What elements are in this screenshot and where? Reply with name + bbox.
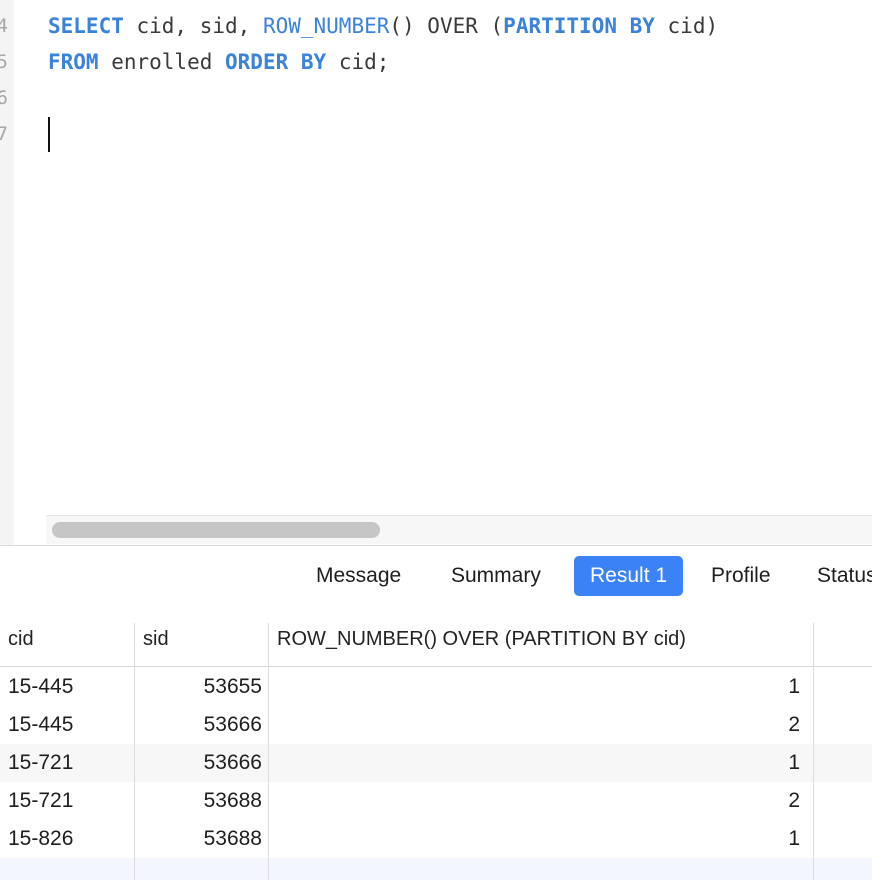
line-number: 7: [0, 123, 8, 145]
sql-text: cid;: [326, 50, 390, 74]
result-tab-bar: Message Summary Result 1 Profile Status: [0, 545, 872, 614]
sql-text: cid): [654, 14, 719, 38]
cell-row-number[interactable]: 2: [272, 706, 800, 744]
sql-keyword: SELECT: [48, 14, 124, 38]
sql-keyword: ORDER BY: [225, 50, 327, 74]
column-header-sid[interactable]: sid: [143, 613, 169, 666]
sql-text: () OVER (: [389, 14, 504, 38]
sql-text: cid, sid,: [123, 14, 263, 38]
result-grid[interactable]: cid sid ROW_NUMBER() OVER (PARTITION BY …: [0, 613, 872, 880]
table-row[interactable]: 15-721 53688 2: [0, 782, 872, 820]
table-row[interactable]: 15-445 53655 1: [0, 668, 872, 706]
column-divider[interactable]: [268, 623, 269, 880]
cell-cid[interactable]: 15-445: [8, 706, 73, 744]
cell-sid[interactable]: 53688: [138, 782, 262, 820]
cell-cid[interactable]: 15-445: [8, 668, 73, 706]
grid-header: cid sid ROW_NUMBER() OVER (PARTITION BY …: [0, 613, 872, 667]
horizontal-scrollbar[interactable]: [46, 515, 872, 544]
cell-sid[interactable]: 53655: [138, 668, 262, 706]
column-divider[interactable]: [813, 623, 814, 880]
tab-result-1[interactable]: Result 1: [574, 556, 684, 596]
tab-message[interactable]: Message: [300, 556, 417, 596]
cell-cid[interactable]: 15-721: [8, 744, 73, 782]
cell-row-number[interactable]: 1: [272, 820, 800, 858]
line-number: 5: [0, 51, 8, 73]
column-divider[interactable]: [134, 623, 135, 880]
cell-cid[interactable]: 15-826: [8, 820, 73, 858]
scrollbar-thumb[interactable]: [52, 522, 380, 538]
table-row[interactable]: 15-826 53688 1: [0, 820, 872, 858]
column-header-cid[interactable]: cid: [8, 613, 34, 666]
cell-row-number[interactable]: 2: [272, 782, 800, 820]
line-number: 4: [0, 15, 8, 37]
table-row[interactable]: 15-721 53666 1: [0, 744, 872, 782]
cell-sid[interactable]: 53666: [138, 706, 262, 744]
sql-keyword: FROM: [48, 50, 99, 74]
sql-text: enrolled: [98, 50, 226, 74]
cell-sid[interactable]: 53666: [138, 744, 262, 782]
line-number: 6: [0, 87, 8, 109]
line-number-gutter: 4 5 6 7: [0, 0, 14, 545]
tab-status[interactable]: Status: [801, 556, 872, 596]
tab-summary[interactable]: Summary: [435, 556, 557, 596]
cell-sid[interactable]: 53688: [138, 820, 262, 858]
sql-keyword: PARTITION BY: [503, 14, 655, 38]
text-cursor: [48, 117, 50, 152]
cell-row-number[interactable]: 1: [272, 668, 800, 706]
empty-row[interactable]: [0, 858, 872, 880]
cell-row-number[interactable]: 1: [272, 744, 800, 782]
sql-function: ROW_NUMBER: [262, 14, 390, 38]
column-header-row-number[interactable]: ROW_NUMBER() OVER (PARTITION BY cid): [277, 613, 686, 666]
code-line[interactable]: FROM enrolled ORDER BY cid;: [48, 44, 389, 80]
cell-cid[interactable]: 15-721: [8, 782, 73, 820]
tab-profile[interactable]: Profile: [695, 556, 787, 596]
code-line[interactable]: SELECT cid, sid, ROW_NUMBER() OVER (PART…: [48, 8, 718, 44]
table-row[interactable]: 15-445 53666 2: [0, 706, 872, 744]
sql-editor[interactable]: 4 5 6 7 SELECT cid, sid, ROW_NUMBER() OV…: [0, 0, 872, 545]
